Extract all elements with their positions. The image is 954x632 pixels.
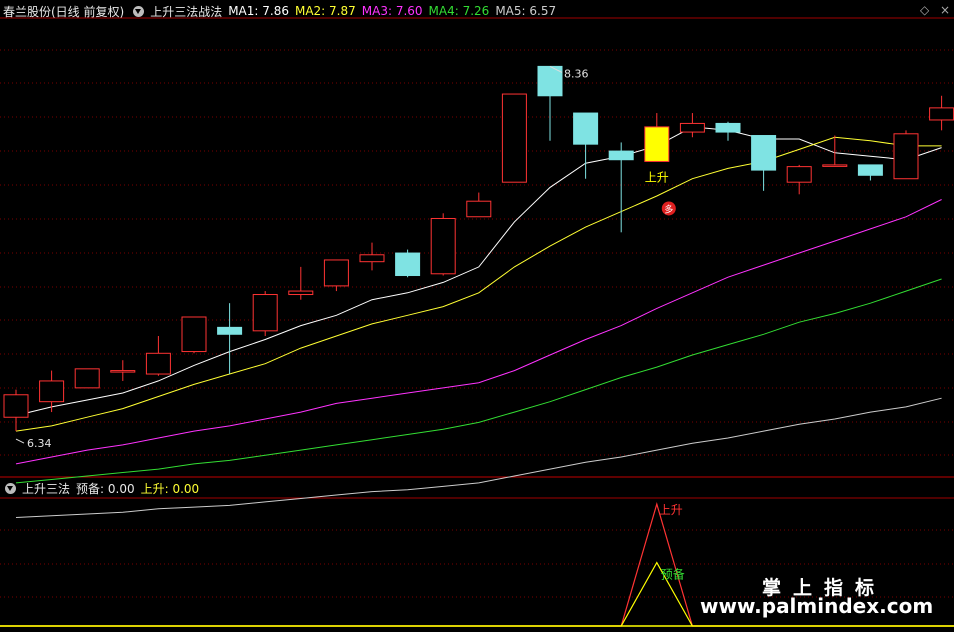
ready-value: 预备: 0.00 — [76, 481, 135, 496]
rise-signal-label: 上升 — [659, 503, 683, 517]
candle-body-0 — [3, 394, 29, 418]
ma4-line — [15, 278, 942, 484]
candle-body-24 — [857, 164, 883, 176]
ma5-label: MA5: 6.57 — [495, 4, 557, 18]
dropdown-icon[interactable] — [133, 5, 145, 17]
candle-body-4 — [145, 352, 171, 375]
candle-body-14 — [501, 93, 527, 183]
long-marker-label: 多 — [664, 203, 673, 215]
candle-body-1 — [39, 380, 65, 403]
sub-header: 上升三法 预备: 0.00 上升: 0.00 — [0, 479, 205, 497]
candle-body-7 — [252, 294, 278, 332]
candle-body-3 — [110, 370, 136, 373]
price-chart[interactable]: 8.366.34上升多上升预备 — [0, 0, 954, 632]
candle-body-8 — [288, 290, 314, 296]
watermark-url: www.palmindex.com — [700, 594, 934, 618]
sub-indicator-name: 上升三法 — [22, 481, 71, 496]
candle-body-2 — [74, 368, 100, 389]
candle-body-5 — [181, 316, 207, 353]
candle-body-23 — [822, 164, 848, 167]
candle-body-16 — [573, 112, 599, 145]
high-label: 8.36 — [564, 67, 589, 80]
ma5-line — [15, 397, 942, 518]
indicator-name: 上升三法战法 — [150, 4, 223, 19]
candle-body-25 — [893, 133, 919, 180]
ma1-label: MA1: 7.86 — [228, 4, 289, 18]
ma4-label: MA4: 7.26 — [428, 4, 490, 18]
expand-icon[interactable]: ◇ — [920, 3, 929, 17]
candle-body-21 — [751, 135, 777, 171]
candle-body-13 — [466, 200, 492, 218]
rise-value: 上升: 0.00 — [140, 481, 200, 496]
candle-body-19 — [679, 122, 705, 133]
candle-body-20 — [715, 122, 741, 133]
main-header: 春兰股份(日线 前复权) 上升三法战法 MA1: 7.86 MA2: 7.87 … — [0, 2, 562, 20]
candle-body-9 — [323, 259, 349, 287]
low-label-leader — [15, 438, 25, 444]
chart-stage: 8.36 6.34 上升多上升 预备 — [0, 0, 954, 632]
sub-dropdown-icon[interactable] — [5, 482, 16, 494]
signal-label: 上升 — [645, 170, 669, 184]
candle-body-highlight — [644, 126, 670, 162]
ma3-line — [15, 199, 942, 465]
ma3-label: MA3: 7.60 — [361, 4, 423, 18]
candle-body-17 — [608, 150, 634, 161]
close-icon[interactable]: × — [940, 3, 950, 17]
ready-signal-label: 预备 — [661, 568, 685, 582]
stock-title: 春兰股份(日线 前复权) — [3, 4, 125, 19]
candle-body-22 — [786, 166, 812, 183]
ma2-label: MA2: 7.87 — [294, 4, 356, 18]
candle-body-11 — [395, 252, 421, 277]
candle-body-12 — [430, 217, 456, 275]
low-label: 6.34 — [27, 437, 52, 450]
candle-body-6 — [217, 326, 243, 335]
candle-body-10 — [359, 254, 385, 263]
candle-body-26 — [929, 107, 954, 121]
